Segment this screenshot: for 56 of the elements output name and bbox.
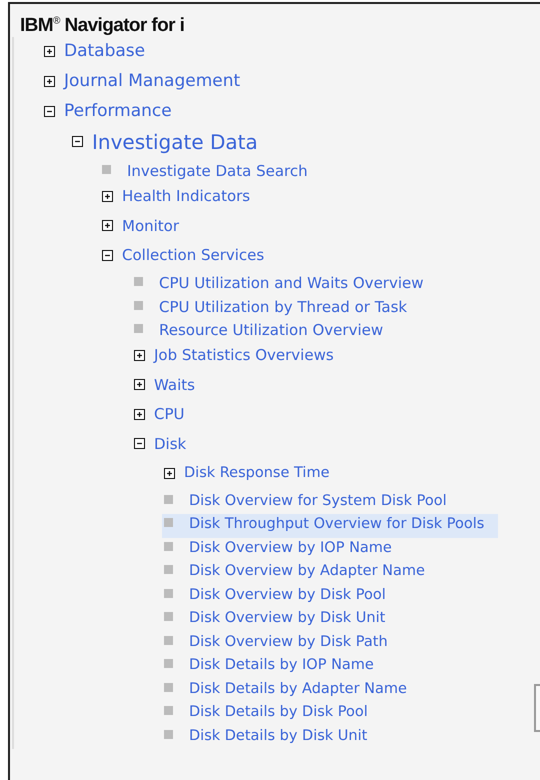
expand-icon[interactable]	[164, 468, 175, 479]
bullet-icon	[164, 706, 173, 715]
bullet-icon	[164, 542, 173, 550]
collapse-icon[interactable]	[134, 438, 145, 450]
tree-item[interactable]: Health Indicators	[120, 187, 252, 206]
tree-item[interactable]: Disk Details by IOP Name	[162, 655, 376, 678]
tree-item[interactable]: Performance	[62, 101, 174, 121]
tree-item[interactable]: Disk	[152, 434, 188, 453]
tree-item[interactable]: Disk Details by Disk Pool	[162, 702, 370, 726]
bullet-icon	[134, 324, 143, 333]
bullet-icon	[102, 165, 111, 174]
tree-item[interactable]: Disk Overview by IOP Name	[162, 538, 394, 561]
tree-item[interactable]: Investigate Data Search	[100, 161, 310, 184]
expand-icon[interactable]	[134, 408, 145, 420]
tree-item[interactable]: Disk Overview by Disk Pool	[162, 584, 388, 608]
tree-item[interactable]: Resource Utilization Overview	[132, 320, 386, 344]
collapse-icon[interactable]	[44, 106, 55, 116]
tree-item[interactable]: Disk Details by Adapter Name	[162, 678, 409, 702]
tree-item[interactable]: CPU	[152, 405, 186, 424]
expand-icon[interactable]	[44, 46, 55, 56]
tree-item[interactable]: Disk Overview by Disk Unit	[162, 608, 388, 632]
tree-item[interactable]: Disk Details by Disk Unit	[162, 726, 370, 749]
expand-icon[interactable]	[102, 220, 113, 232]
bullet-icon	[164, 612, 173, 621]
tree-item[interactable]: Journal Management	[62, 71, 242, 91]
bullet-icon	[164, 494, 173, 504]
tree-item[interactable]: CPU Utilization and Waits Overview	[132, 273, 426, 296]
bullet-icon	[164, 659, 173, 668]
bullet-icon	[164, 565, 173, 574]
window-title: IBM$^{®}$ Navigator for i	[19, 14, 184, 37]
bullet-icon	[164, 636, 173, 644]
tree-item[interactable]: Collection Services	[120, 246, 266, 264]
tree-item[interactable]: Database	[62, 41, 148, 61]
tree-item[interactable]: Monitor	[120, 216, 182, 235]
bullet-icon	[164, 518, 173, 527]
bullet-icon	[134, 277, 143, 286]
tree-item[interactable]: Waits	[152, 376, 197, 394]
bullet-icon	[134, 300, 143, 310]
splitter-handle[interactable]	[534, 684, 540, 732]
collapse-icon[interactable]	[102, 250, 113, 261]
tree-item[interactable]: Disk Overview for System Disk Pool	[162, 490, 449, 514]
tree-item[interactable]: CPU Utilization by Thread or Task	[132, 296, 410, 320]
tree-item[interactable]: Disk Throughput Overview for Disk Pools	[162, 514, 498, 538]
bullet-icon	[164, 730, 173, 738]
expand-icon[interactable]	[44, 76, 55, 86]
tree-item[interactable]: Disk Overview by Adapter Name	[162, 561, 427, 584]
tree-item[interactable]: Job Statistics Overviews	[152, 346, 336, 364]
tree-item[interactable]: Disk Response Time	[182, 465, 332, 482]
tree-item[interactable]: Investigate Data	[90, 130, 260, 154]
bullet-icon	[164, 588, 173, 598]
expand-icon[interactable]	[134, 350, 145, 361]
expand-icon[interactable]	[134, 379, 145, 390]
tree-item[interactable]: Disk Overview by Disk Path	[162, 632, 390, 655]
expand-icon[interactable]	[102, 190, 113, 202]
collapse-icon[interactable]	[72, 136, 83, 148]
bullet-icon	[164, 682, 173, 692]
